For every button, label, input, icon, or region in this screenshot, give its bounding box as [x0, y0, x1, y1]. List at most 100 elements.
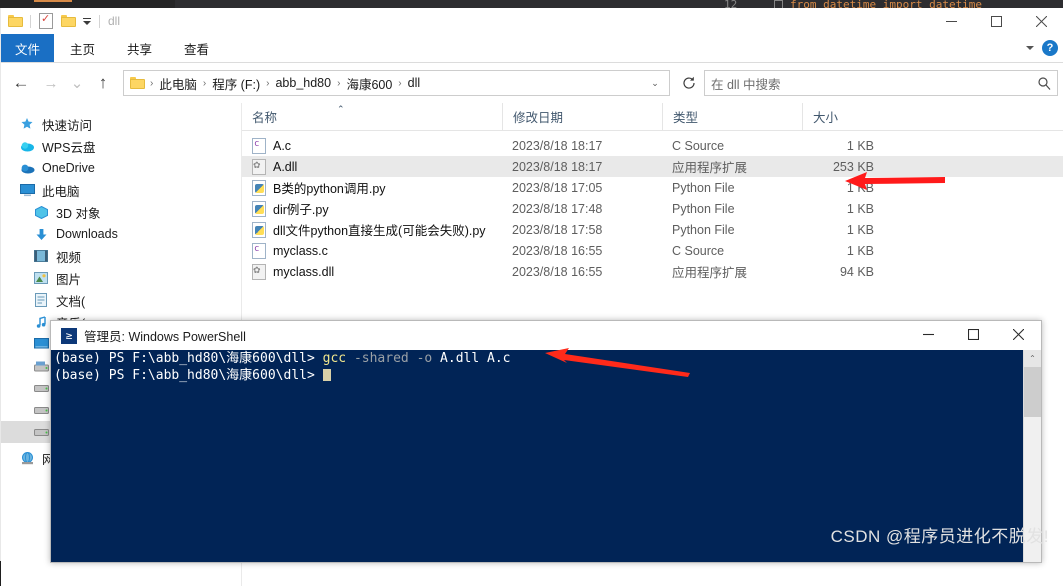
pin-icon	[19, 116, 35, 132]
explorer-window-controls[interactable]	[929, 8, 1063, 34]
sidebar-item-label: Downloads	[56, 227, 118, 241]
folder-icon[interactable]	[4, 10, 26, 32]
table-row[interactable]: A.dll 2023/8/18 18:17 应用程序扩展 253 KB	[242, 156, 1063, 177]
console-line: (base) PS F:\abb_hd80\海康600\dll>	[51, 367, 1041, 384]
file-name-label: dll文件python直接生成(可能会失败).py	[273, 224, 486, 238]
sidebar-item-label: 图片	[56, 272, 82, 287]
3d-objects-icon	[33, 204, 49, 220]
file-type-cell: C Source	[672, 138, 725, 153]
table-row[interactable]: B类的python调用.py 2023/8/18 17:05 Python Fi…	[242, 177, 1063, 198]
videos-icon	[33, 248, 49, 264]
breadcrumb-item-this-pc[interactable]: 此电脑	[154, 74, 202, 93]
csdn-watermark: CSDN @程序员进化不脱发!	[830, 527, 1049, 546]
close-icon[interactable]	[1019, 8, 1063, 34]
console-args: A.dll A.c	[432, 351, 511, 366]
maximize-icon[interactable]	[951, 321, 996, 347]
sidebar-item-label: OneDrive	[42, 161, 95, 175]
sidebar-item-wps-cloud[interactable]: WPS云盘	[1, 135, 241, 157]
file-size-cell: 1 KB	[846, 180, 874, 195]
quick-access-toolbar[interactable]: dll	[1, 8, 120, 34]
back-button[interactable]: ←	[7, 69, 35, 97]
chevron-down-icon[interactable]	[1026, 46, 1034, 50]
file-date-cell: 2023/8/18 16:55	[512, 243, 603, 258]
powershell-title-bar: ≥ 管理员: Windows PowerShell	[51, 321, 1041, 350]
sidebar-item-3d-objects[interactable]: 3D 对象	[1, 201, 241, 223]
address-bar[interactable]: › 此电脑 › 程序 (F:) › abb_hd80 › 海康600 › dll…	[123, 70, 670, 96]
file-type-cell: Python File	[672, 201, 735, 216]
refresh-button[interactable]	[676, 71, 702, 95]
tab-home[interactable]: 主页	[54, 34, 111, 62]
file-name-label: myclass.c	[273, 243, 328, 258]
table-row[interactable]: dll文件python直接生成(可能会失败).py 2023/8/18 17:5…	[242, 219, 1063, 240]
customize-dropdown-icon[interactable]	[79, 10, 95, 32]
address-folder-icon	[130, 77, 145, 89]
maximize-icon[interactable]	[974, 8, 1019, 34]
sidebar-item-pictures[interactable]: 图片	[1, 267, 241, 289]
column-header-size[interactable]: 大小	[802, 103, 882, 130]
properties-icon[interactable]	[35, 10, 57, 32]
search-box[interactable]: 在 dll 中搜索	[704, 70, 1058, 96]
breadcrumb-item-dll[interactable]: dll	[403, 76, 426, 90]
sidebar-item-onedrive[interactable]: OneDrive	[1, 157, 241, 179]
table-row[interactable]: myclass.dll 2023/8/18 16:55 应用程序扩展 94 KB	[242, 261, 1063, 282]
powershell-icon: ≥	[61, 327, 77, 344]
recent-locations-button[interactable]: ⌄	[67, 69, 87, 97]
breadcrumb[interactable]: › 此电脑 › 程序 (F:) › abb_hd80 › 海康600 › dll	[149, 74, 645, 93]
search-input[interactable]: 在 dll 中搜索	[711, 74, 1038, 93]
tab-share[interactable]: 共享	[111, 34, 168, 62]
breadcrumb-item-abb-hd80[interactable]: abb_hd80	[270, 76, 336, 90]
c-source-icon	[252, 137, 266, 154]
file-date-cell: 2023/8/18 17:58	[512, 222, 603, 237]
sidebar-item-label: 视频	[56, 250, 82, 265]
column-header-name[interactable]: 名称 ⌃	[242, 103, 502, 130]
file-name-cell: A.c	[242, 137, 502, 154]
column-header-date[interactable]: 修改日期	[502, 103, 662, 130]
console-flags: -shared -o	[346, 351, 433, 366]
column-header-type[interactable]: 类型	[662, 103, 802, 130]
editor-active-tab-accent	[34, 0, 72, 2]
file-date-cell: 2023/8/18 18:17	[512, 159, 603, 174]
sidebar-item-documents[interactable]: 文档(	[1, 289, 241, 311]
powershell-window-controls[interactable]	[906, 321, 1041, 347]
table-row[interactable]: myclass.c 2023/8/18 16:55 C Source 1 KB	[242, 240, 1063, 261]
up-button[interactable]: ↑	[89, 69, 117, 97]
sidebar-item-this-pc[interactable]: 此电脑	[1, 179, 241, 201]
table-row[interactable]: A.c 2023/8/18 18:17 C Source 1 KB	[242, 135, 1063, 156]
drive-icon	[33, 358, 49, 374]
minimize-icon[interactable]	[929, 8, 974, 34]
breadcrumb-item-drive-f[interactable]: 程序 (F:)	[207, 74, 265, 93]
scrollbar-thumb[interactable]	[1024, 367, 1041, 417]
search-icon[interactable]	[1038, 76, 1051, 90]
toolbar-divider	[30, 14, 31, 28]
column-header-row: 名称 ⌃ 修改日期 类型 大小	[242, 103, 1063, 131]
music-icon	[33, 314, 49, 330]
sidebar-item-label: 3D 对象	[56, 206, 101, 221]
tab-view[interactable]: 查看	[168, 34, 225, 62]
tab-file[interactable]: 文件	[1, 34, 55, 62]
toolbar-divider-2	[99, 14, 100, 28]
file-name-cell: myclass.c	[242, 242, 502, 259]
table-row[interactable]: dir例子.py 2023/8/18 17:48 Python File 1 K…	[242, 198, 1063, 219]
breadcrumb-item-haikang600[interactable]: 海康600	[341, 74, 397, 93]
scroll-up-icon[interactable]: ⌃	[1024, 350, 1041, 367]
sidebar-item-label: 快速访问	[42, 118, 93, 133]
ribbon-right-controls: ?	[1026, 34, 1058, 62]
new-folder-icon[interactable]	[57, 10, 79, 32]
sidebar-item-videos[interactable]: 视频	[1, 245, 241, 267]
dll-icon	[252, 263, 266, 280]
file-name-label: B类的python调用.py	[273, 182, 386, 196]
sidebar-item-quick-access[interactable]: 快速访问	[1, 113, 241, 135]
file-type-cell: 应用程序扩展	[672, 161, 748, 175]
close-icon[interactable]	[996, 321, 1041, 347]
file-size-cell: 1 KB	[846, 243, 874, 258]
forward-button[interactable]: →	[37, 69, 65, 97]
minimize-icon[interactable]	[906, 321, 951, 347]
sidebar-item-downloads[interactable]: Downloads	[1, 223, 241, 245]
file-name-cell: myclass.dll	[242, 263, 502, 280]
address-dropdown-icon[interactable]: ⌄	[645, 78, 665, 89]
documents-icon	[33, 292, 49, 308]
pictures-icon	[33, 270, 49, 286]
file-date-cell: 2023/8/18 17:48	[512, 201, 603, 216]
console-prompt: (base) PS F:\abb_hd80\海康600\dll>	[54, 351, 323, 366]
help-icon[interactable]: ?	[1042, 40, 1058, 56]
